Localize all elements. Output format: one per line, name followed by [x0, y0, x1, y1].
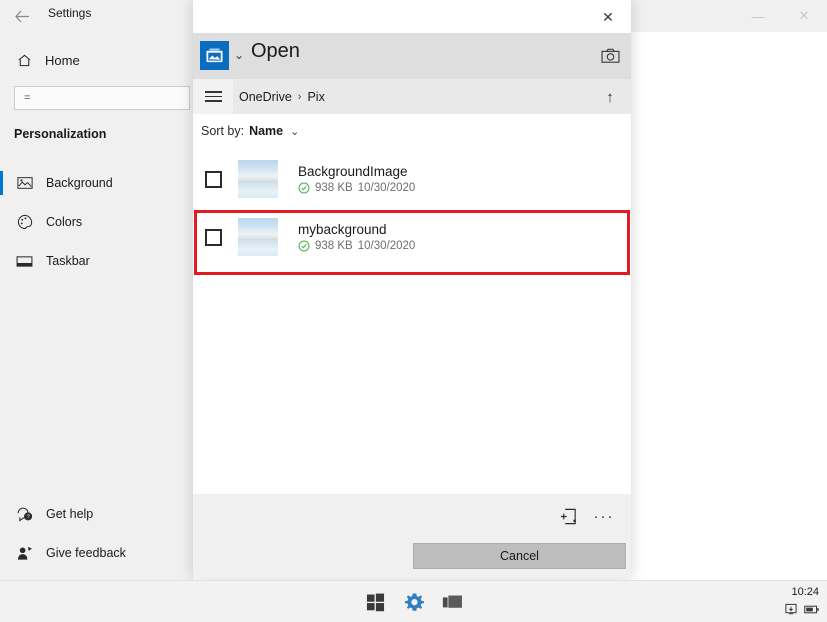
breadcrumb-bar: OneDrive › Pix ↑	[193, 79, 631, 114]
breadcrumb-current[interactable]: Pix	[307, 90, 324, 104]
search-input-value: =	[24, 92, 31, 104]
start-button[interactable]	[364, 591, 386, 613]
dialog-header: ⌄ Open	[193, 33, 631, 79]
cancel-button[interactable]: Cancel	[413, 543, 626, 569]
screen: — ✕ Settings Home = Personalization Back…	[0, 0, 827, 622]
camera-button[interactable]	[597, 44, 623, 68]
file-size: 938 KB	[315, 182, 353, 194]
sidebar-item-colors-label: Colors	[46, 215, 83, 229]
hamburger-menu-button[interactable]	[193, 79, 233, 114]
sidebar-item-get-help[interactable]: ? Get help	[0, 500, 193, 528]
sidebar-item-background-label: Background	[46, 176, 113, 190]
file-checkbox[interactable]	[205, 228, 222, 246]
new-folder-button[interactable]	[553, 502, 583, 530]
file-subtext: 938 KB 10/30/2020	[298, 240, 415, 252]
sync-status-icon	[298, 182, 310, 194]
more-icon: ···	[593, 507, 615, 525]
task-view-icon	[442, 595, 462, 608]
photos-app-icon	[200, 41, 229, 70]
back-button[interactable]	[9, 4, 35, 28]
breadcrumb-separator: ›	[297, 90, 302, 103]
taskbar-icon	[16, 253, 33, 270]
sidebar-section-header: Personalization	[14, 127, 107, 141]
hamburger-menu-icon	[204, 88, 222, 106]
breadcrumb-root[interactable]: OneDrive	[239, 90, 292, 104]
sidebar-item-get-help-label: Get help	[46, 507, 94, 521]
close-icon: ✕	[602, 8, 614, 25]
dialog-footer: ···	[193, 494, 631, 538]
camera-icon	[600, 48, 620, 63]
sidebar-item-give-feedback-label: Give feedback	[46, 546, 126, 560]
file-thumbnail	[238, 218, 278, 256]
settings-sidebar: Settings Home = Personalization Backgrou…	[0, 0, 193, 580]
chevron-down-icon[interactable]: ⌄	[234, 48, 244, 62]
minimize-icon: —	[751, 8, 765, 24]
chevron-down-icon[interactable]: ⌄	[290, 125, 299, 138]
task-view-button[interactable]	[441, 591, 463, 613]
help-icon: ?	[16, 506, 33, 523]
sync-status-icon	[298, 240, 310, 252]
palette-icon	[16, 214, 33, 231]
sidebar-item-home-label: Home	[45, 52, 80, 68]
file-meta: mybackground 938 KB 10/30/2020	[298, 222, 415, 252]
file-subtext: 938 KB 10/30/2020	[298, 182, 415, 194]
dialog-title: Open	[251, 40, 300, 62]
image-icon	[16, 175, 33, 192]
sort-by-label: Sort by:	[201, 124, 245, 138]
file-meta: BackgroundImage 938 KB 10/30/2020	[298, 164, 415, 194]
sort-bar: Sort by: Name ⌄	[193, 114, 631, 148]
file-list: BackgroundImage 938 KB 10/30/2020 myback…	[193, 150, 631, 494]
home-icon	[16, 52, 33, 69]
feedback-icon	[16, 545, 33, 562]
file-name: mybackground	[298, 222, 387, 237]
close-window-button[interactable]: ✕	[781, 0, 827, 32]
settings-window-title: Settings	[48, 6, 92, 20]
sidebar-item-taskbar-label: Taskbar	[46, 254, 90, 268]
dialog-titlebar: ✕	[193, 0, 631, 33]
table-row[interactable]: BackgroundImage 938 KB 10/30/2020	[193, 150, 631, 208]
new-folder-icon	[560, 508, 576, 524]
windows-start-icon	[366, 593, 384, 611]
system-tray	[785, 603, 819, 615]
up-arrow-icon: ↑	[606, 88, 614, 106]
taskbar-settings-button[interactable]	[403, 591, 425, 613]
taskbar: 10:24	[0, 580, 827, 622]
window-controls: — ✕	[689, 0, 827, 32]
dialog-close-button[interactable]: ✕	[591, 4, 625, 30]
breadcrumb: OneDrive › Pix	[239, 79, 325, 114]
sidebar-item-home[interactable]: Home	[8, 48, 186, 72]
file-date: 10/30/2020	[357, 240, 416, 252]
battery-icon[interactable]	[804, 604, 819, 615]
open-file-dialog: ✕ ⌄ Open OneDrive › Pix ↑ Sort by: Name …	[193, 0, 631, 578]
sidebar-item-colors[interactable]: Colors	[0, 207, 193, 237]
table-row[interactable]: mybackground 938 KB 10/30/2020	[193, 208, 631, 266]
search-input[interactable]: =	[14, 86, 190, 110]
file-date: 10/30/2020	[357, 182, 416, 194]
sidebar-item-give-feedback[interactable]: Give feedback	[0, 539, 193, 567]
dialog-action-bar: Cancel	[193, 538, 631, 578]
more-options-button[interactable]: ···	[589, 502, 619, 530]
file-size: 938 KB	[315, 240, 353, 252]
file-checkbox[interactable]	[205, 170, 222, 188]
sort-by-value[interactable]: Name	[249, 124, 283, 138]
navigate-up-button[interactable]: ↑	[599, 86, 621, 108]
file-name: BackgroundImage	[298, 164, 408, 179]
sidebar-item-background[interactable]: Background	[0, 168, 193, 198]
cancel-button-label: Cancel	[500, 549, 539, 563]
settings-gear-icon	[404, 593, 424, 611]
back-arrow-icon	[14, 10, 29, 22]
clock[interactable]: 10:24	[791, 586, 819, 598]
minimize-button[interactable]: —	[735, 0, 781, 32]
notification-icon[interactable]	[785, 603, 797, 615]
close-icon: ✕	[798, 8, 810, 23]
file-thumbnail	[238, 160, 278, 198]
sidebar-item-taskbar[interactable]: Taskbar	[0, 246, 193, 276]
